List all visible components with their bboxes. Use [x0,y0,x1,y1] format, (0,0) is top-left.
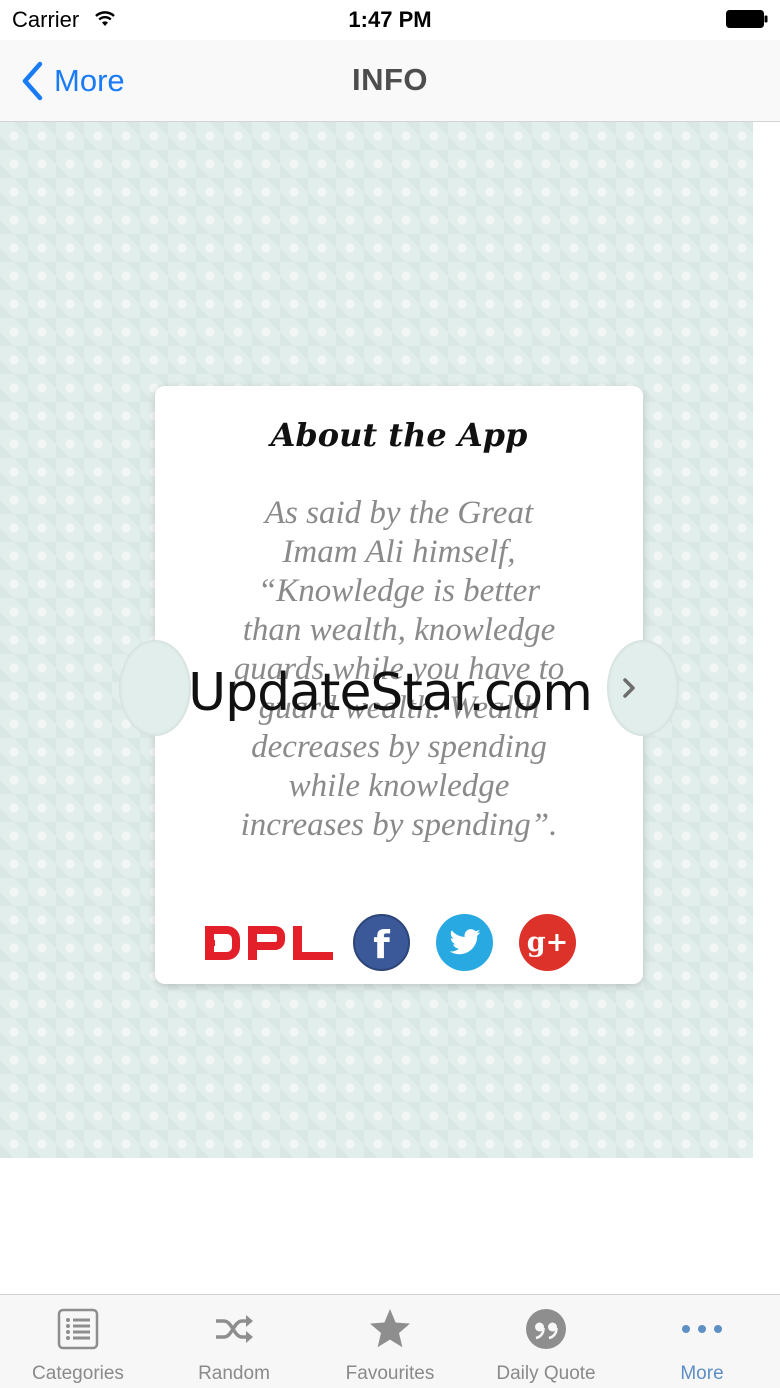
watermark-text: UpdateStar.com [188,663,593,723]
battery-icon [726,10,768,28]
quote-line: “Knowledge is better [257,573,541,609]
quote-icon [526,1309,566,1349]
status-time: 1:47 PM [348,7,432,32]
twitter-button[interactable] [436,914,493,971]
tab-daily-quote[interactable]: Daily Quote [468,1295,624,1388]
tab-label: Categories [32,1363,124,1384]
quote-line: Imam Ali himself, [282,534,516,570]
quote-line: increases by spending”. [240,807,558,843]
quote-line: than wealth, knowledge [242,612,556,648]
more-dots-icon [682,1325,722,1333]
tab-favourites[interactable]: Favourites [312,1295,468,1388]
tab-label: Favourites [345,1363,435,1384]
googleplus-button[interactable]: g+ [519,914,576,971]
googleplus-icon: g+ [526,927,569,958]
facebook-icon: f [373,922,390,967]
quote-line: decreases by spending [251,729,547,765]
status-bar: Carrier 1:47 PM [0,0,780,40]
social-links: f g+ [205,914,605,972]
navigation-bar: More INFO [0,40,780,122]
tab-random[interactable]: Random [156,1295,312,1388]
tab-label: More [680,1363,724,1384]
tab-more[interactable]: More [624,1295,780,1388]
quote-line: As said by the Great [264,495,534,531]
card-title: About the App [270,416,528,454]
twitter-icon [449,928,480,954]
tab-categories[interactable]: Categories [0,1295,156,1388]
shuffle-icon [216,1315,253,1343]
tab-bar: Categories Random Favourites Daily Quote [0,1294,780,1388]
tab-label: Random [198,1363,270,1384]
quote-line: while knowledge [288,768,510,804]
page-title: INFO [351,62,429,97]
facebook-button[interactable]: f [353,914,410,971]
tab-label: Daily Quote [496,1363,596,1384]
star-icon [370,1309,410,1348]
dpl-logo[interactable] [205,926,333,960]
list-icon [57,1308,99,1350]
